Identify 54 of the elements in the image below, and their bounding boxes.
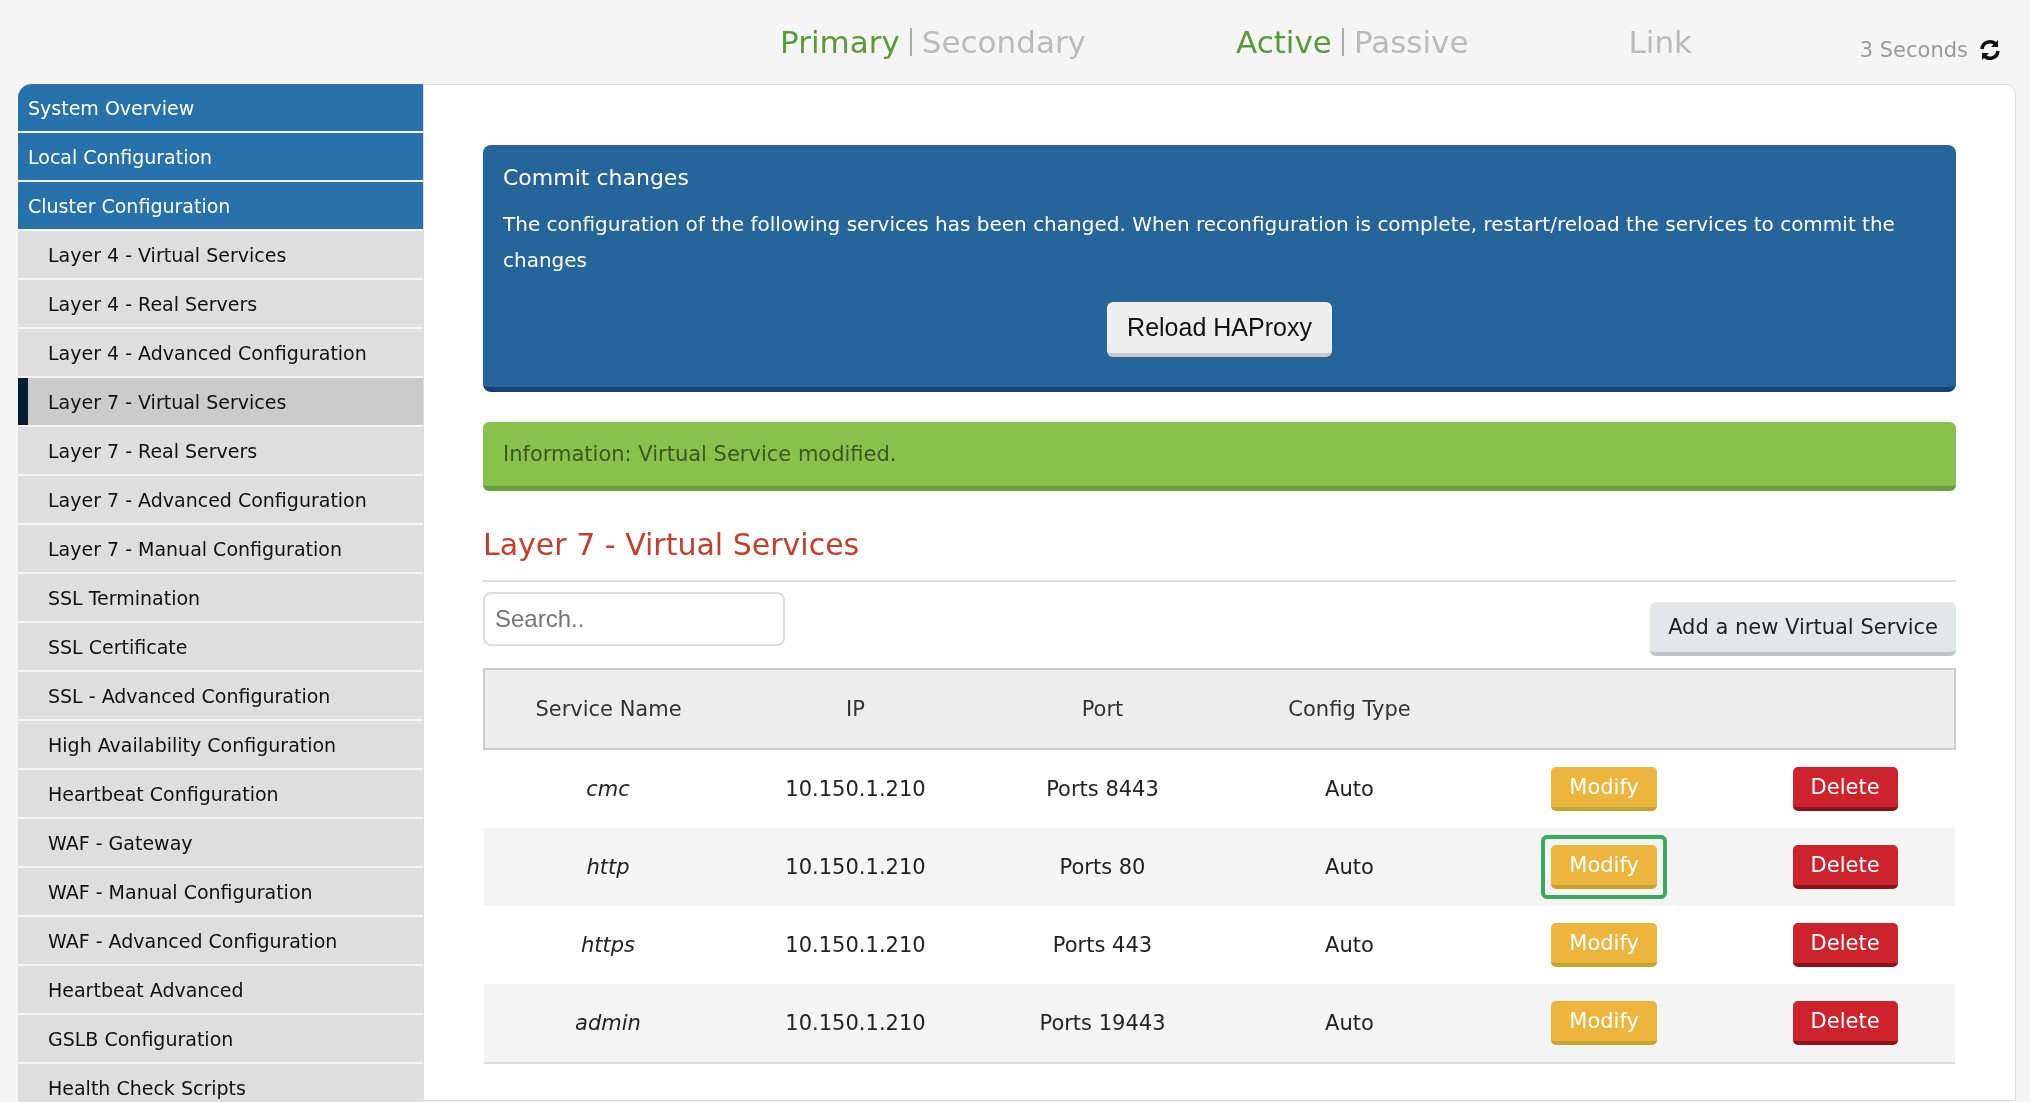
sidebar-item[interactable]: Heartbeat Advanced xyxy=(18,966,423,1013)
sidebar-item[interactable]: Layer 4 - Advanced Configuration xyxy=(18,329,423,376)
sidebar-item[interactable]: SSL Termination xyxy=(18,574,423,621)
refresh-icon[interactable] xyxy=(1978,38,2002,62)
table-cell: Auto xyxy=(1226,749,1473,828)
sidebar-item[interactable]: High Availability Configuration xyxy=(18,721,423,768)
delete-button[interactable]: Delete xyxy=(1792,923,1898,967)
table-cell: admin xyxy=(484,984,732,1063)
column-header: Config Type xyxy=(1226,669,1473,749)
sidebar-item[interactable]: System Overview xyxy=(18,84,423,131)
sidebar-item[interactable]: Heartbeat Configuration xyxy=(18,770,423,817)
table-cell: http xyxy=(484,828,732,906)
column-header: IP xyxy=(732,669,979,749)
sidebar-item[interactable]: SSL Certificate xyxy=(18,623,423,670)
sidebar-item[interactable]: Layer 7 - Virtual Services xyxy=(18,378,423,425)
delete-button[interactable]: Delete xyxy=(1792,767,1898,811)
column-header: Port xyxy=(979,669,1226,749)
table-cell: 10.150.1.210 xyxy=(732,749,979,828)
panel-title: Commit changes xyxy=(503,165,690,190)
sidebar-item[interactable]: Layer 7 - Advanced Configuration xyxy=(18,476,423,523)
table-cell: Auto xyxy=(1226,828,1473,906)
sidebar-item[interactable]: GSLB Configuration xyxy=(18,1015,423,1062)
table-cell: Auto xyxy=(1226,906,1473,984)
sidebar-item[interactable]: WAF - Manual Configuration xyxy=(18,868,423,915)
panel-message: The configuration of the following services has been changed. When reconfiguration is complete, restart/reload the services to commit the changes xyxy=(503,211,1896,274)
sidebar-item[interactable]: Layer 4 - Virtual Services xyxy=(18,231,423,278)
delete-button[interactable]: Delete xyxy=(1792,1001,1898,1045)
sidebar-item[interactable]: SSL - Advanced Configuration xyxy=(18,672,423,719)
table-cell: Ports 8443 xyxy=(979,749,1226,828)
refresh-interval: 3 Seconds xyxy=(1859,38,1968,62)
table-cell: Ports 80 xyxy=(979,828,1226,906)
reload-button[interactable]: Reload HAProxy xyxy=(1107,302,1332,357)
table-cell: 10.150.1.210 xyxy=(732,906,979,984)
table-cell: Auto xyxy=(1226,984,1473,1063)
sidebar-item[interactable]: Cluster Configuration xyxy=(18,182,423,229)
add-service-button[interactable]: Add a new Virtual Service xyxy=(1650,602,1956,656)
table-cell: 10.150.1.210 xyxy=(732,828,979,906)
sidebar-item[interactable]: Health Check Scripts xyxy=(18,1064,423,1102)
sidebar-item[interactable]: Local Configuration xyxy=(18,133,423,180)
table-cell: Ports 19443 xyxy=(979,984,1226,1063)
column-header: Service Name xyxy=(484,669,732,749)
search-field[interactable]: Search.. xyxy=(483,592,785,646)
sidebar-item[interactable]: Layer 7 - Real Servers xyxy=(18,427,423,474)
info-message: Information: Virtual Service modified. xyxy=(483,422,1956,491)
table-cell: 10.150.1.210 xyxy=(732,984,979,1063)
delete-button[interactable]: Delete xyxy=(1792,845,1898,889)
sidebar-item[interactable]: Layer 7 - Manual Configuration xyxy=(18,525,423,572)
sidebar-item[interactable]: WAF - Gateway xyxy=(18,819,423,866)
table-cell: cmc xyxy=(484,749,732,828)
sidebar-item[interactable]: Layer 4 - Real Servers xyxy=(18,280,423,327)
sidebar-item[interactable]: WAF - Advanced Configuration xyxy=(18,917,423,964)
section-heading: Layer 7 - Virtual Services xyxy=(483,527,861,562)
table-cell: Ports 443 xyxy=(979,906,1226,984)
table-cell: https xyxy=(484,906,732,984)
